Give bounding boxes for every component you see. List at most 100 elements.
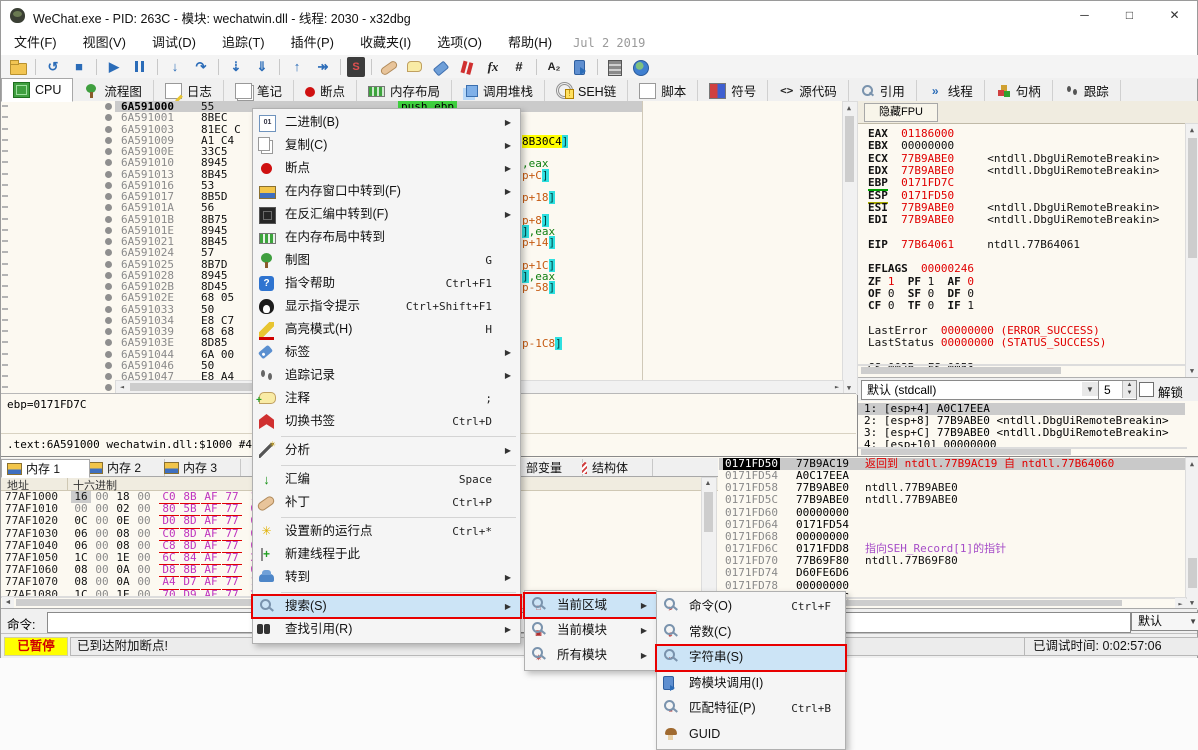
menu-item-汇编[interactable]: ↓汇编Space bbox=[253, 468, 520, 491]
command-profile-select[interactable]: 默认▼ bbox=[1131, 612, 1198, 631]
menu-item-字符串(S)[interactable]: “字符串(S) bbox=[657, 645, 845, 671]
breakpoint-dot-icon[interactable] bbox=[105, 249, 112, 256]
menubar-item[interactable]: 选项(O) bbox=[424, 31, 495, 55]
stop-icon[interactable]: ■ bbox=[68, 57, 90, 77]
register-line[interactable]: CF 0 TF 0 IF 1 bbox=[868, 300, 974, 312]
breakpoint-dot-icon[interactable] bbox=[105, 148, 112, 155]
menubar-item[interactable]: 收藏夹(I) bbox=[347, 31, 424, 55]
trace-into-icon[interactable]: ⇣ bbox=[225, 57, 247, 77]
constants-icon[interactable]: # bbox=[508, 57, 530, 77]
close-button[interactable]: ✕ bbox=[1152, 1, 1197, 30]
menubar-item[interactable]: 文件(F) bbox=[1, 31, 70, 55]
register-line[interactable]: LastStatus 00000000 (STATUS_SUCCESS) bbox=[868, 337, 1106, 349]
arg-count-spinner[interactable]: 5▲▼ bbox=[1098, 380, 1137, 400]
tab-调用堆栈[interactable]: 调用堆栈 bbox=[452, 80, 545, 101]
breakpoint-dot-icon[interactable] bbox=[105, 103, 112, 110]
tab-流程图[interactable]: 流程图 bbox=[73, 80, 154, 101]
internet-icon[interactable] bbox=[630, 57, 652, 77]
stack-panel[interactable]: 0171FD5077B9AC19返回到 ntdll.77B9AC19 自 ntd… bbox=[719, 456, 1198, 609]
tab-跟踪[interactable]: 跟踪 bbox=[1053, 80, 1121, 101]
menubar-item[interactable]: 插件(P) bbox=[278, 31, 347, 55]
dump-tab-内存 3[interactable]: 内存 3 bbox=[159, 459, 241, 476]
menu-item-二进制(B)[interactable]: 01二进制(B)▶ bbox=[253, 111, 520, 134]
menubar-item[interactable]: 帮助(H) bbox=[495, 31, 565, 55]
menu-item-高亮模式(H)[interactable]: 高亮模式(H)H bbox=[253, 318, 520, 341]
menu-item-在内存布局中转到[interactable]: 在内存布局中转到 bbox=[253, 226, 520, 249]
chevron-down-icon[interactable]: ▼ bbox=[1082, 382, 1098, 396]
menubar-item[interactable]: 视图(V) bbox=[70, 31, 139, 55]
breakpoint-dot-icon[interactable] bbox=[105, 306, 112, 313]
patches-icon[interactable] bbox=[378, 57, 400, 77]
menu-item-制图[interactable]: 制图G bbox=[253, 249, 520, 272]
breakpoint-dot-icon[interactable] bbox=[105, 126, 112, 133]
menu-item-匹配特征(P)[interactable]: ≡匹配特征(P)Ctrl+B bbox=[657, 696, 845, 722]
breakpoint-dot-icon[interactable] bbox=[105, 182, 112, 189]
dump-tab-内存 2[interactable]: 内存 2 bbox=[83, 459, 165, 476]
tab-线程[interactable]: »线程 bbox=[917, 80, 985, 101]
menu-item-复制(C)[interactable]: 复制(C)▶ bbox=[253, 134, 520, 157]
tab-符号[interactable]: 符号 bbox=[698, 80, 768, 101]
trace-over-icon[interactable]: ⇓ bbox=[251, 57, 273, 77]
disasm-vscrollbar[interactable]: ▲ ▼ bbox=[842, 101, 858, 395]
breakpoint-dot-icon[interactable] bbox=[105, 159, 112, 166]
step-over-icon[interactable]: ↷ bbox=[190, 57, 212, 77]
pause-icon[interactable] bbox=[129, 57, 151, 77]
menu-item-断点[interactable]: 断点▶ bbox=[253, 157, 520, 180]
menu-item-搜索(S)[interactable]: 搜索(S)▶ bbox=[253, 595, 520, 618]
menu-item-分析[interactable]: 分析▶ bbox=[253, 439, 520, 462]
register-line[interactable]: EDI 77B9ABE0 <ntdll.DbgUiRemoteBreakin> bbox=[868, 214, 1159, 226]
spinner-arrows-icon[interactable]: ▲▼ bbox=[1122, 381, 1136, 398]
breakpoint-dot-icon[interactable] bbox=[105, 362, 112, 369]
menu-item-追踪记录[interactable]: 追踪记录▶ bbox=[253, 364, 520, 387]
menu-item-在内存窗口中转到(F)[interactable]: 在内存窗口中转到(F)▶ bbox=[253, 180, 520, 203]
open-file-icon[interactable] bbox=[7, 57, 29, 77]
run-to-user-code-icon[interactable]: ↠ bbox=[312, 57, 334, 77]
breakpoint-dot-icon[interactable] bbox=[105, 216, 112, 223]
menubar-item[interactable]: 调试(D) bbox=[139, 31, 209, 55]
breakpoint-dot-icon[interactable] bbox=[105, 171, 112, 178]
menu-item-当前区域[interactable]: □当前区域▶ bbox=[525, 593, 656, 618]
breakpoint-dot-icon[interactable] bbox=[105, 373, 112, 380]
chevron-down-icon[interactable]: ▼ bbox=[1189, 613, 1197, 630]
breakpoint-dot-icon[interactable] bbox=[105, 339, 112, 346]
stack-row[interactable]: 0171FD640171FD54 bbox=[719, 519, 1185, 531]
breakpoint-dot-icon[interactable] bbox=[105, 272, 112, 279]
unlock-checkbox[interactable] bbox=[1139, 382, 1154, 397]
registers-hscrollbar[interactable] bbox=[858, 364, 1187, 366]
breakpoint-dot-icon[interactable] bbox=[105, 137, 112, 144]
menu-item-在反汇编中转到(F)[interactable]: 在反汇编中转到(F)▶ bbox=[253, 203, 520, 226]
menu-item-切换书签[interactable]: 切换书签Ctrl+D bbox=[253, 410, 520, 433]
hide-fpu-button[interactable]: 隐藏FPU bbox=[864, 103, 938, 122]
tab-内存布局[interactable]: 内存布局 bbox=[357, 80, 452, 101]
bookmarks-icon[interactable] bbox=[456, 57, 478, 77]
breakpoint-dot-icon[interactable] bbox=[105, 204, 112, 211]
stack-row[interactable]: 0171FD7077B69F80ntdll.77B69F80 bbox=[719, 555, 1185, 567]
menu-item-查找引用(R)[interactable]: 查找引用(R)▶ bbox=[253, 618, 520, 641]
seh-chain-icon[interactable]: S bbox=[347, 57, 365, 77]
breakpoint-dot-icon[interactable] bbox=[105, 317, 112, 324]
breakpoint-dot-icon[interactable] bbox=[105, 351, 112, 358]
tab-脚本[interactable]: 脚本 bbox=[628, 80, 698, 101]
menu-item-所有模块[interactable]: ✳所有模块▶ bbox=[525, 643, 656, 668]
menu-item-设置新的运行点[interactable]: ✳设置新的运行点Ctrl+* bbox=[253, 520, 520, 543]
convention-select[interactable]: 默认 (stdcall)▼ bbox=[861, 380, 1100, 400]
stack-row[interactable]: 0171FD7800000000 bbox=[719, 580, 1185, 592]
menu-item-跨模块调用(I)[interactable]: 跨模块调用(I) bbox=[657, 671, 845, 697]
menu-item-补丁[interactable]: 补丁Ctrl+P bbox=[253, 491, 520, 514]
tab-引用[interactable]: 引用 bbox=[849, 80, 917, 101]
menu-item-当前模块[interactable]: ▣当前模块▶ bbox=[525, 618, 656, 643]
preferences-font-icon[interactable]: A₂ bbox=[543, 57, 565, 77]
calculator-icon[interactable] bbox=[604, 57, 626, 77]
dump-tab-结构体[interactable]: 结构体 bbox=[577, 459, 653, 476]
tab-SEH链[interactable]: SEH链 bbox=[545, 80, 628, 101]
stack-row[interactable]: 0171FD5077B9AC19返回到 ntdll.77B9AC19 自 ntd… bbox=[719, 458, 1185, 470]
breakpoint-dot-icon[interactable] bbox=[105, 114, 112, 121]
menu-item-命令(O)[interactable]: >命令(O)Ctrl+F bbox=[657, 594, 845, 620]
tab-断点[interactable]: 断点 bbox=[294, 80, 357, 101]
stack-row[interactable]: 0171FD6000000000 bbox=[719, 507, 1185, 519]
breakpoint-dot-icon[interactable] bbox=[105, 384, 112, 391]
menu-item-转到[interactable]: 转到▶ bbox=[253, 566, 520, 589]
menu-item-指令帮助[interactable]: ?指令帮助Ctrl+F1 bbox=[253, 272, 520, 295]
tab-CPU[interactable]: CPU bbox=[1, 78, 73, 102]
menu-item-新建线程于此[interactable]: +新建线程于此 bbox=[253, 543, 520, 566]
